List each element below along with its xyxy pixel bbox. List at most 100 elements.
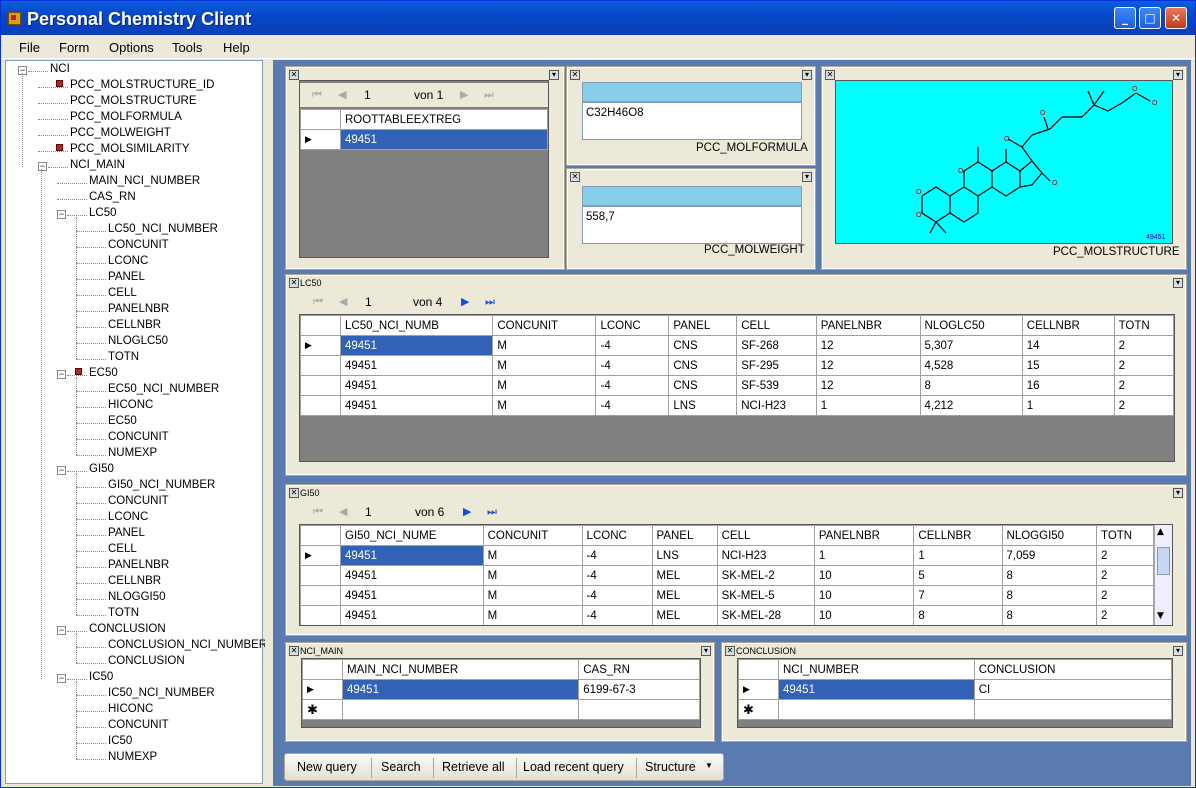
panel-close-icon[interactable]: ✕	[289, 70, 299, 80]
next-record-icon[interactable]: ▶	[460, 88, 468, 101]
page-input[interactable]: 1	[365, 295, 372, 309]
table-row[interactable]: 49451 M -4 CNS SF-539 12 8 16 2	[300, 375, 1174, 396]
molweight-field[interactable]: 558,7	[582, 206, 802, 244]
table-cell[interactable]: CNS	[668, 335, 738, 356]
new-row[interactable]: ✱	[302, 699, 700, 720]
tree-node[interactable]: PCC_MOLWEIGHT	[70, 127, 171, 139]
tree-node[interactable]: GI50_NCI_NUMBER	[108, 479, 215, 491]
panel-close-icon[interactable]: ✕	[570, 172, 580, 182]
table-cell[interactable]: 8	[1001, 585, 1098, 606]
table-cell[interactable]: 10	[813, 565, 915, 586]
table-cell[interactable]: 1	[1021, 395, 1115, 416]
panel-pin-icon[interactable]: ▾	[1173, 646, 1183, 656]
tree-node[interactable]: NLOGLC50	[108, 335, 168, 347]
minimize-button[interactable]: _	[1114, 7, 1136, 29]
table-row[interactable]: ▶ 49451 M -4 CNS SF-268 12 5,307 14 2	[300, 335, 1174, 356]
vertical-scrollbar[interactable]: ▲ ▼	[1154, 525, 1172, 625]
table-cell[interactable]: M	[492, 375, 597, 396]
table-cell[interactable]: -4	[595, 335, 670, 356]
collapse-icon[interactable]: −	[38, 162, 47, 171]
structure-dropdown[interactable]: Structure	[645, 760, 696, 774]
tree-node[interactable]: NUMEXP	[108, 447, 157, 459]
tree-node[interactable]: IC50	[108, 735, 132, 747]
table-cell[interactable]: SF-268	[736, 335, 817, 356]
tree-node[interactable]: CELLNBR	[108, 319, 161, 331]
menu-tools[interactable]: Tools	[172, 40, 202, 55]
table-row[interactable]: 49451 M -4 MEL SK-MEL-28 10 8 8 2	[300, 605, 1154, 625]
new-row[interactable]: ✱	[738, 699, 1172, 720]
panel-pin-icon[interactable]: ▾	[802, 70, 812, 80]
table-cell[interactable]: 49451	[339, 355, 494, 376]
table-cell[interactable]: 49451	[340, 605, 484, 625]
table-cell[interactable]: 7,059	[1001, 545, 1098, 566]
tree-node[interactable]: HICONC	[108, 399, 153, 411]
tree-node[interactable]: PANELNBR	[108, 559, 169, 571]
tree-node[interactable]: PCC_MOLSTRUCTURE	[70, 95, 197, 107]
table-cell[interactable]: NCI-H23	[736, 395, 817, 416]
table-cell[interactable]: 8	[1001, 605, 1098, 625]
table-cell[interactable]: 14	[1021, 335, 1115, 356]
tree-node[interactable]: IC50_NCI_NUMBER	[108, 687, 215, 699]
collapse-icon[interactable]: −	[57, 674, 66, 683]
tree-node[interactable]: EC50	[108, 415, 137, 427]
panel-pin-icon[interactable]: ▾	[802, 172, 812, 182]
table-cell[interactable]: 2	[1113, 395, 1174, 416]
column-header[interactable]: CONCUNIT	[482, 525, 583, 546]
splitter[interactable]	[265, 60, 273, 786]
tree-node[interactable]: CONCLUSION	[108, 655, 185, 667]
table-cell[interactable]: 49451	[340, 565, 484, 586]
panel-close-icon[interactable]: ✕	[570, 70, 580, 80]
column-header[interactable]: CELL	[716, 525, 815, 546]
column-header[interactable]: CONCLUSION	[973, 659, 1172, 680]
table-cell[interactable]: -4	[595, 375, 670, 396]
table-cell[interactable]: 8	[913, 605, 1003, 625]
table-cell[interactable]: M	[492, 335, 597, 356]
tree-node[interactable]: CELLNBR	[108, 575, 161, 587]
table-cell[interactable]: 2	[1096, 565, 1154, 586]
tree-node[interactable]: CONCUNIT	[108, 495, 169, 507]
tree-root-nci[interactable]: NCI	[50, 63, 70, 75]
scroll-thumb[interactable]	[1157, 547, 1170, 575]
tree-node[interactable]: PANELNBR	[108, 303, 169, 315]
table-cell[interactable]: 4,212	[919, 395, 1023, 416]
table-cell[interactable]: 49451	[340, 545, 484, 566]
tree-node[interactable]: CAS_RN	[89, 191, 136, 203]
tree-node[interactable]: CELL	[108, 287, 137, 299]
prev-record-icon[interactable]: ◀	[339, 295, 347, 308]
table-row[interactable]: ▶ 49451 M -4 LNS NCI-H23 1 1 7,059 2	[300, 545, 1154, 566]
tree-node-lc50[interactable]: LC50	[89, 207, 117, 219]
table-cell[interactable]: 8	[1001, 565, 1098, 586]
column-header[interactable]: TOTN	[1096, 525, 1154, 546]
table-row[interactable]: ▶ 49451 6199-67-3	[302, 679, 700, 700]
table-cell[interactable]: LNS	[651, 545, 718, 566]
last-record-icon[interactable]: ⏭	[487, 505, 497, 519]
table-cell[interactable]: -4	[581, 605, 653, 625]
table-cell[interactable]: 4,528	[919, 355, 1023, 376]
column-header[interactable]: PANELNBR	[813, 525, 915, 546]
tree-node[interactable]: HICONC	[108, 703, 153, 715]
tree-node[interactable]: LCONC	[108, 511, 148, 523]
collapse-icon[interactable]: −	[57, 466, 66, 475]
table-cell[interactable]: 49451	[340, 585, 484, 606]
table-cell[interactable]: 2	[1113, 355, 1174, 376]
tree-node-nci-main[interactable]: NCI_MAIN	[70, 159, 125, 171]
table-cell[interactable]: -4	[595, 395, 670, 416]
tree-node-conclusion[interactable]: CONCLUSION	[89, 623, 166, 635]
page-input[interactable]: 1	[364, 88, 371, 102]
table-cell[interactable]: SK-MEL-28	[716, 605, 815, 625]
panel-pin-icon[interactable]: ▾	[701, 646, 711, 656]
column-header[interactable]: PANEL	[668, 315, 738, 336]
table-cell[interactable]: 49451	[339, 335, 494, 356]
table-cell[interactable]: 49451	[339, 395, 494, 416]
column-header[interactable]: CONCUNIT	[492, 315, 597, 336]
column-header[interactable]: TOTN	[1113, 315, 1174, 336]
load-recent-query-button[interactable]: Load recent query	[523, 760, 624, 774]
table-cell[interactable]: 12	[815, 355, 921, 376]
table-cell[interactable]: 8	[919, 375, 1023, 396]
menu-file[interactable]: File	[19, 40, 40, 55]
collapse-icon[interactable]: −	[57, 370, 66, 379]
table-cell[interactable]: 1	[815, 395, 921, 416]
table-cell[interactable]: CNS	[668, 375, 738, 396]
menu-options[interactable]: Options	[109, 40, 154, 55]
new-query-button[interactable]: New query	[297, 760, 357, 774]
